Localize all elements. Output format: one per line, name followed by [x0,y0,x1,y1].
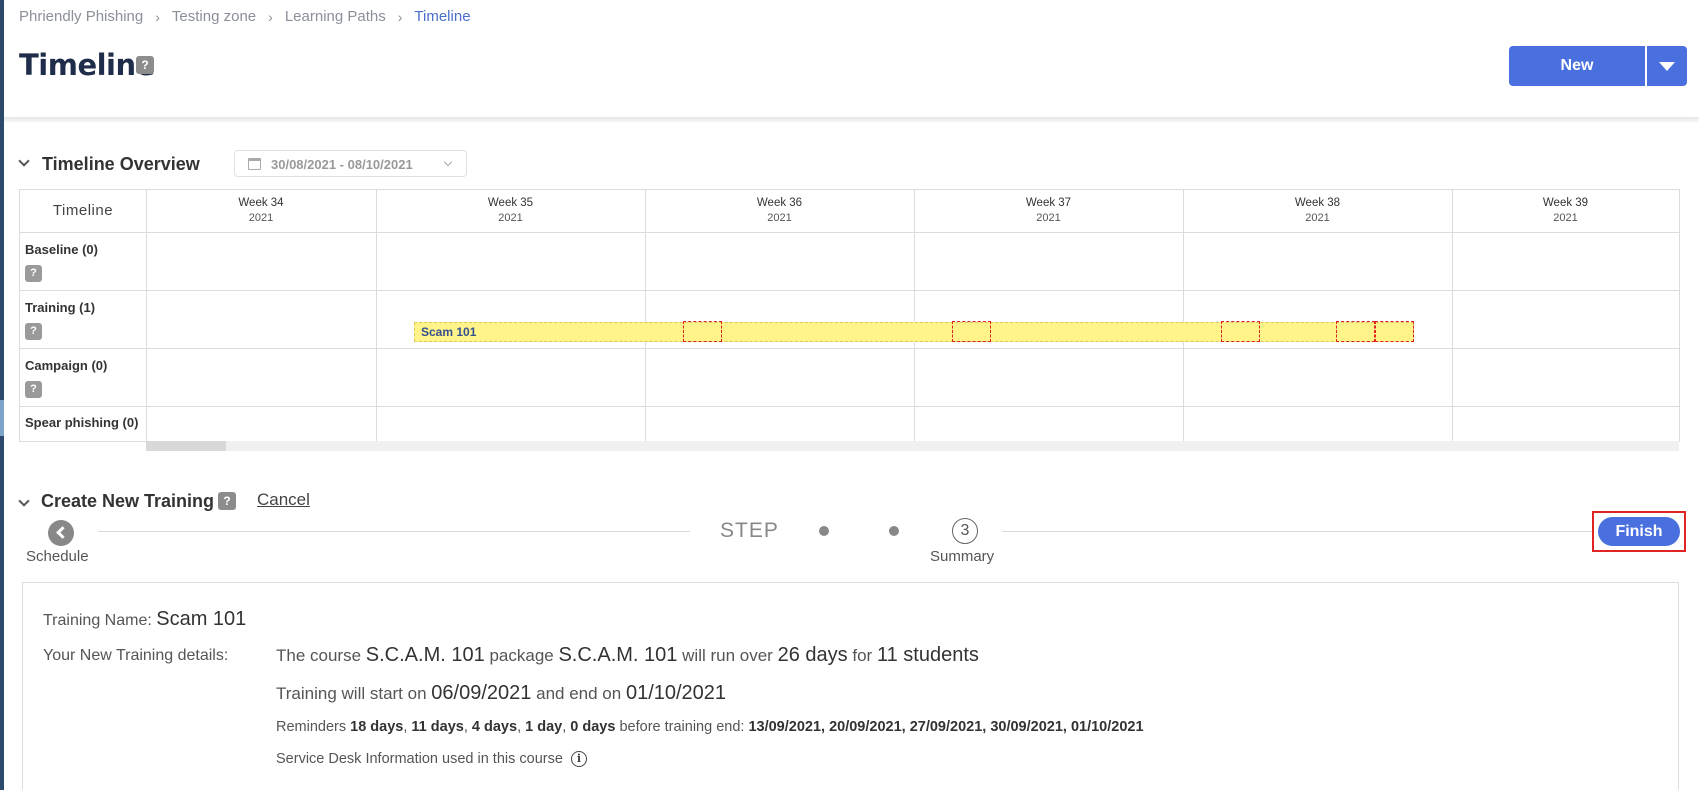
chevron-right-icon: › [155,8,160,25]
help-icon[interactable]: ? [218,492,236,510]
breadcrumb-current: Timeline [414,8,471,25]
reminder-marker [1375,321,1414,342]
dates-line: Training will start on 06/09/2021 and en… [276,682,727,704]
info-icon[interactable]: i [570,751,587,768]
week-header: Week 38 2021 [1294,197,1341,224]
row-label-campaign: Campaign (0) [25,358,108,373]
course-name: S.C.A.M. 101 [365,644,485,666]
finish-button[interactable]: Finish [1598,517,1680,546]
back-step-button[interactable] [48,520,74,546]
reminder-marker [1336,321,1375,342]
training-name-row: Training Name: Scam 101 [43,608,246,631]
row-label-baseline: Baseline (0) [25,242,98,257]
help-icon[interactable]: ? [25,265,42,282]
breadcrumb-item[interactable]: Phriendly Phishing [19,8,143,25]
page-title: Timeline [19,48,155,82]
page-header: Phriendly Phishing › Testing zone › Lear… [4,0,1699,117]
chevron-down-icon [443,157,453,167]
date-range-picker[interactable]: 30/08/2021 - 08/10/2021 [234,150,467,177]
start-date: 06/09/2021 [431,682,532,704]
back-step-label[interactable]: Schedule [26,548,89,565]
week-header: Week 37 2021 [1025,197,1072,224]
scrollbar-thumb[interactable] [146,441,226,451]
new-dropdown-button[interactable] [1647,46,1687,86]
timeline-corner-label: Timeline [52,202,114,219]
row-label-training: Training (1) [25,300,96,315]
current-step-label: Summary [930,548,995,565]
package-name: S.C.A.M. 101 [558,644,678,666]
step-line [98,531,690,532]
help-icon[interactable]: ? [25,323,42,340]
duration: 26 days [777,644,848,666]
help-icon[interactable]: ? [136,56,154,74]
breadcrumb-item[interactable]: Learning Paths [285,8,386,25]
week-header: Week 35 2021 [487,197,534,224]
new-button[interactable]: New [1509,46,1645,86]
reminder-marker [683,321,722,342]
caret-down-icon [1659,62,1675,71]
step-line [1002,531,1594,532]
end-date: 01/10/2021 [625,682,727,704]
training-name-label: Training Name: [43,612,152,629]
reminders-line: Reminders 18 days, 11 days, 4 days, 1 da… [276,719,1144,735]
student-count: 11 students [876,644,979,666]
reminder-marker [1221,321,1260,342]
date-range-value: 30/08/2021 - 08/10/2021 [271,157,413,172]
chevron-right-icon: › [268,8,273,25]
help-icon[interactable]: ? [25,381,42,398]
cancel-link[interactable]: Cancel [257,490,310,510]
training-bar[interactable]: Scam 101 [414,322,1414,342]
training-bar-label: Scam 101 [421,325,477,339]
training-summary: Training Name: Scam 101 Your New Trainin… [22,582,1679,790]
step-dot [819,526,829,536]
service-desk-line: Service Desk Information used in this co… [276,751,587,768]
week-header: Week 34 2021 [238,197,284,224]
calendar-icon [248,158,261,170]
training-name-value: Scam 101 [156,608,247,630]
details-label: Your New Training details: [43,647,229,664]
week-header: Week 36 2021 [756,197,803,224]
breadcrumb-item[interactable]: Testing zone [172,8,256,25]
step-dot [889,526,899,536]
week-header: Week 39 2021 [1542,197,1589,224]
timeline-grid: Timeline Week 34 2021 Week 35 2021 Week 36… [19,189,1680,451]
course-line: The course S.C.A.M. 101 package S.C.A.M.… [276,644,979,666]
step-word: STEP [720,519,779,542]
reminder-marker [952,321,991,342]
chevron-left-icon [56,526,69,539]
chevron-right-icon: › [397,8,403,25]
create-training-title: Create New Training [41,491,215,511]
timeline-scrollbar[interactable] [146,441,1679,451]
reminder-dates: 13/09/2021, 20/09/2021, 27/09/2021, 30/0… [748,719,1144,735]
breadcrumb: Phriendly Phishing › Testing zone › Lear… [19,8,471,25]
timeline-overview-title: Timeline Overview [42,154,200,174]
row-label-spear-phishing: Spear phishing (0) [25,415,139,430]
current-step-number: 3 [952,518,978,544]
